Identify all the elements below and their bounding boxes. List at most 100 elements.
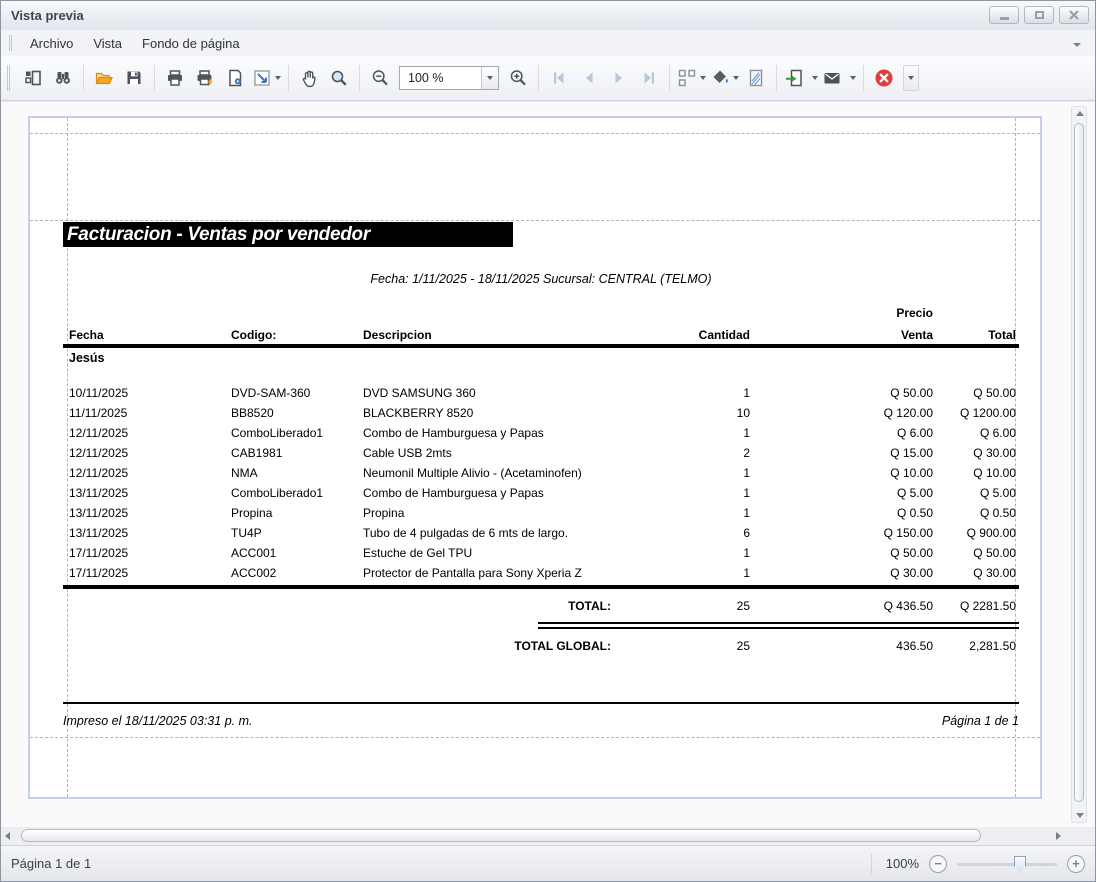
page-setup-button[interactable] [220,63,250,93]
scale-button[interactable] [250,63,283,93]
zoom-out-button[interactable] [365,63,395,93]
horizontal-scroll-thumb[interactable] [21,829,981,842]
page-footer: Impreso el 18/11/2025 03:31 p. m. Página… [63,714,1019,728]
chevron-down-icon [1073,43,1081,47]
cell-cantidad: 1 [623,463,750,483]
cell-descripcion: Estuche de Gel TPU [363,543,623,563]
vertical-scrollbar[interactable] [1071,106,1087,823]
menu-grip[interactable] [9,35,12,51]
menu-vista[interactable]: Vista [83,32,132,55]
horizontal-scrollbar[interactable] [3,828,1063,843]
report-subtitle: Fecha: 1/11/2025 - 18/11/2025 Sucursal: … [63,272,1019,286]
menu-archivo[interactable]: Archivo [20,32,83,55]
binoculars-icon [53,68,73,88]
column-header-precio: Precio [63,306,933,320]
page-color-button[interactable] [708,63,741,93]
multiple-pages-button[interactable] [675,63,708,93]
table-row: 17/11/2025 ACC001 Estuche de Gel TPU 1 Q… [63,543,1019,563]
search-button[interactable] [48,63,78,93]
scale-icon [252,68,272,88]
save-icon [124,68,144,88]
cell-codigo: Propina [231,503,363,523]
first-page-button[interactable] [544,63,574,93]
zoom-in-button[interactable] [503,63,533,93]
status-bar: Página 1 de 1 100% − + [1,845,1095,881]
report-title: Facturacion - Ventas por vendedor [63,222,513,247]
chevron-down-icon [275,76,281,80]
table-row: 10/11/2025 DVD-SAM-360 DVD SAMSUNG 360 1… [63,383,1019,403]
minimize-button[interactable] [989,6,1019,24]
watermark-icon [746,68,766,88]
menu-overflow-button[interactable] [1073,34,1081,52]
thumbnails-button[interactable] [18,63,48,93]
zoom-in-icon [508,68,528,88]
toolbar-separator [83,65,84,91]
zoom-combo[interactable]: 100 % [399,66,499,90]
scroll-down-icon[interactable] [1076,813,1084,818]
print-button[interactable] [160,63,190,93]
next-page-button[interactable] [604,63,634,93]
column-header-fecha: Fecha [63,325,231,345]
send-email-button[interactable] [820,63,858,93]
watermark-button[interactable] [741,63,771,93]
first-page-icon [549,68,569,88]
table-row: 12/11/2025 NMA Neumonil Multiple Alivio … [63,463,1019,483]
status-page-info: Página 1 de 1 [11,856,91,871]
last-page-button[interactable] [634,63,664,93]
total-cantidad: 25 [623,596,750,616]
cell-descripcion: BLACKBERRY 8520 [363,403,623,423]
status-zoom-label: 100% [886,856,919,871]
last-page-icon [639,68,659,88]
cell-descripcion: Tubo de 4 pulgadas de 6 mts de largo. [363,523,623,543]
cell-codigo: ACC002 [231,563,363,583]
cell-precio: Q 50.00 [750,543,933,563]
zoom-slider-track[interactable] [957,863,1057,866]
report-page: Facturacion - Ventas por vendedor Fecha:… [28,116,1042,799]
magnifier-tool-button[interactable] [324,63,354,93]
grand-total-label: TOTAL GLOBAL: [63,636,623,656]
cell-fecha: 13/11/2025 [63,503,231,523]
close-preview-button[interactable] [869,63,899,93]
scroll-up-icon[interactable] [1076,111,1084,116]
zoom-slider-thumb[interactable] [1014,856,1026,873]
toolbar-separator [359,65,360,91]
open-button[interactable] [89,63,119,93]
zoom-slider[interactable] [957,855,1057,873]
cell-precio: Q 10.00 [750,463,933,483]
next-page-icon [609,68,629,88]
cell-descripcion: Propina [363,503,623,523]
cell-total: Q 0.50 [933,503,1019,523]
zoom-combo-dropdown[interactable] [481,67,498,89]
toolbar-overflow-button[interactable] [903,65,919,91]
toolbar-grip[interactable] [7,65,10,91]
chevron-down-icon [733,76,739,80]
table-header-row: Fecha Codigo: Descripcion Cantidad Venta… [63,325,1019,345]
menu-fondo-de-pagina[interactable]: Fondo de página [132,32,250,55]
title-bar: Vista previa [1,1,1095,30]
quick-print-button[interactable] [190,63,220,93]
scroll-right-icon[interactable] [1056,832,1061,840]
previous-page-button[interactable] [574,63,604,93]
menu-bar: Archivo Vista Fondo de página [1,30,1095,56]
cell-descripcion: DVD SAMSUNG 360 [363,383,623,403]
maximize-button[interactable] [1024,6,1054,24]
hand-tool-button[interactable] [294,63,324,93]
cell-total: Q 30.00 [933,563,1019,583]
page-setup-icon [225,68,245,88]
print-icon [165,68,185,88]
cell-codigo: ComboLiberado1 [231,483,363,503]
zoom-decrease-button[interactable]: − [929,855,947,873]
export-button[interactable] [782,63,820,93]
cell-cantidad: 10 [623,403,750,423]
table-row: 13/11/2025 TU4P Tubo de 4 pulgadas de 6 … [63,523,1019,543]
close-window-button[interactable] [1059,6,1089,24]
horizontal-scroll-track[interactable] [17,829,1049,842]
zoom-increase-button[interactable]: + [1067,855,1085,873]
cell-codigo: TU4P [231,523,363,543]
vertical-scroll-thumb[interactable] [1074,123,1084,802]
scroll-left-icon[interactable] [5,832,10,840]
zoom-value: 100 % [400,71,481,85]
cell-total: Q 50.00 [933,543,1019,563]
table-row: 11/11/2025 BB8520 BLACKBERRY 8520 10 Q 1… [63,403,1019,423]
save-button[interactable] [119,63,149,93]
